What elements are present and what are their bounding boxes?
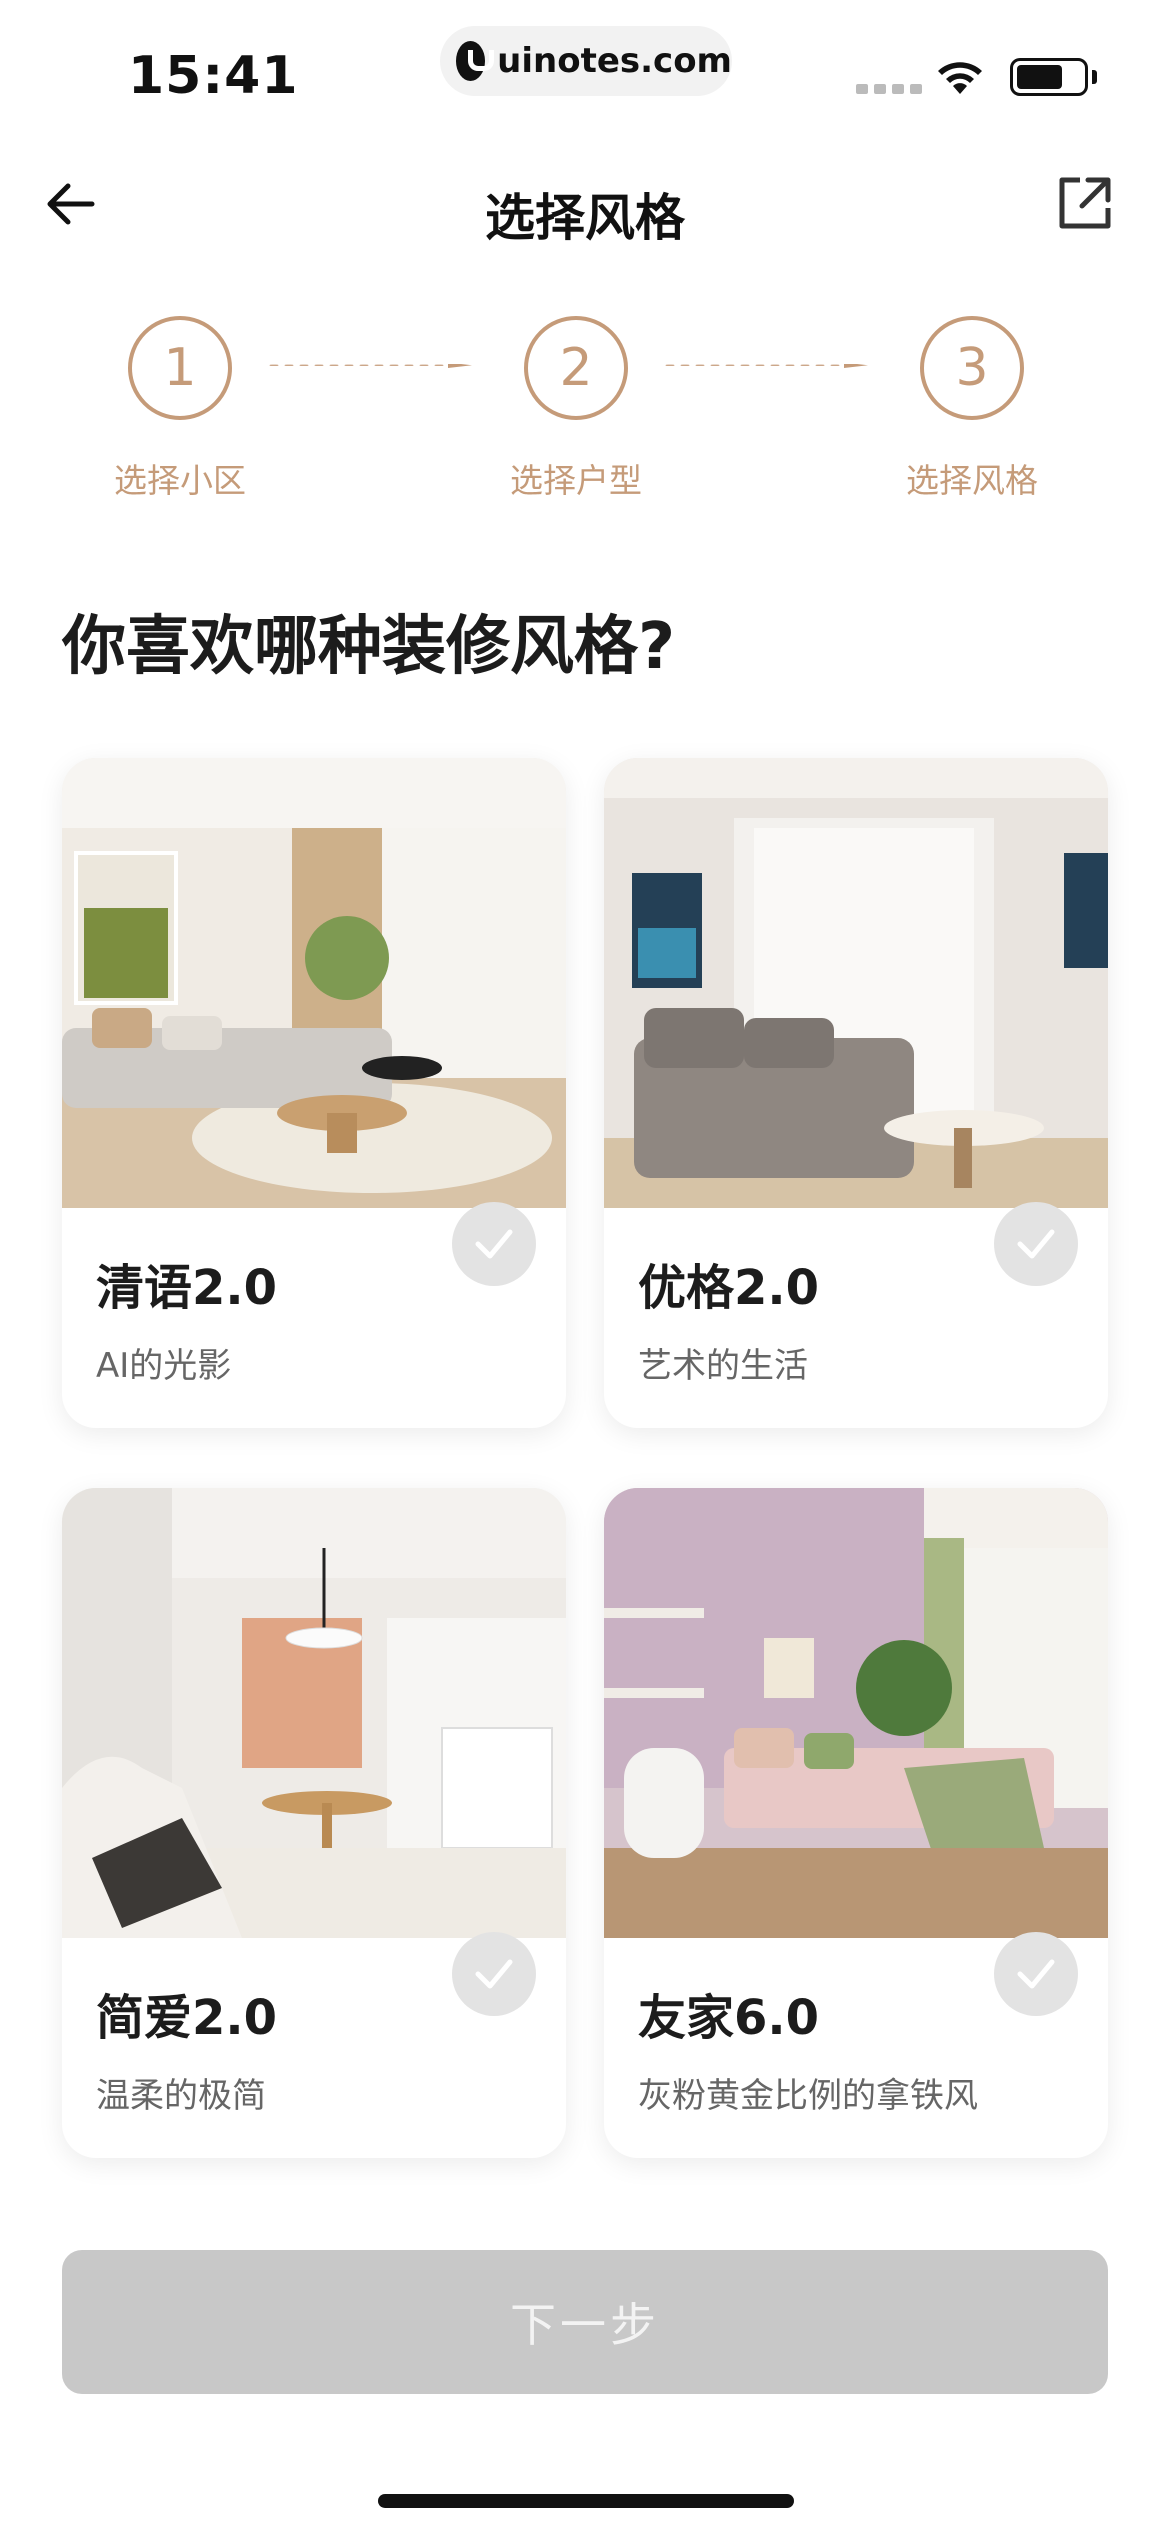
style-subtitle: 艺术的生活: [638, 1346, 808, 1386]
style-title: 清语2.0: [96, 1260, 278, 1316]
select-check-icon[interactable]: [452, 1932, 536, 2016]
battery-icon: [1010, 58, 1088, 96]
select-check-icon[interactable]: [994, 1932, 1078, 2016]
navigation-bar: 选择风格: [0, 150, 1170, 260]
status-time: 15:41: [128, 46, 299, 106]
select-check-icon[interactable]: [994, 1202, 1078, 1286]
step-1-label: 选择小区: [114, 461, 246, 500]
status-bar: 15:41 uinotes.com: [0, 0, 1170, 140]
living-room-photo: [604, 758, 1108, 1208]
select-check-icon[interactable]: [452, 1202, 536, 1286]
step-1-circle: 1: [128, 316, 232, 420]
step-indicator: 1 选择小区 2 选择户型 3 选择风格: [0, 310, 1170, 510]
step-arrow-icon: [269, 364, 472, 368]
style-card-youjia[interactable]: 友家6.0 灰粉黄金比例的拿铁风: [604, 1488, 1108, 2158]
style-subtitle: AI的光影: [96, 1346, 232, 1386]
external-link-icon[interactable]: [1056, 174, 1114, 232]
screen: 15:41 uinotes.com 选择风格 1 选择小区 2 选择户型 3 选…: [0, 0, 1170, 2532]
page-title: 选择风格: [485, 189, 685, 247]
bedroom-dining-photo: [62, 1488, 566, 1938]
style-card-youge[interactable]: 优格2.0 艺术的生活: [604, 758, 1108, 1428]
style-subtitle: 灰粉黄金比例的拿铁风: [638, 2076, 978, 2116]
bedroom-photo: [604, 1488, 1108, 1938]
home-indicator: [378, 2494, 794, 2508]
style-question: 你喜欢哪种装修风格?: [62, 610, 676, 684]
site-logo-icon: [456, 41, 495, 81]
url-pill[interactable]: uinotes.com: [440, 26, 732, 96]
style-card-jianai[interactable]: 简爱2.0 温柔的极简: [62, 1488, 566, 2158]
next-step-button[interactable]: 下一步: [62, 2250, 1108, 2394]
cellular-signal-icon: [856, 84, 922, 94]
battery-tip: [1092, 70, 1097, 84]
style-card-qingyu[interactable]: 清语2.0 AI的光影: [62, 758, 566, 1428]
step-arrow-icon: [665, 364, 868, 368]
style-title: 优格2.0: [638, 1260, 820, 1316]
style-title: 友家6.0: [638, 1990, 820, 2046]
style-subtitle: 温柔的极简: [96, 2076, 266, 2116]
style-title: 简爱2.0: [96, 1990, 278, 2046]
step-2-label: 选择户型: [510, 461, 642, 500]
step-3-label: 选择风格: [906, 461, 1038, 500]
wifi-icon: [938, 62, 982, 94]
step-3-circle: 3: [920, 316, 1024, 420]
url-text: uinotes.com: [497, 41, 732, 81]
living-room-photo: [62, 758, 566, 1208]
step-2-circle: 2: [524, 316, 628, 420]
